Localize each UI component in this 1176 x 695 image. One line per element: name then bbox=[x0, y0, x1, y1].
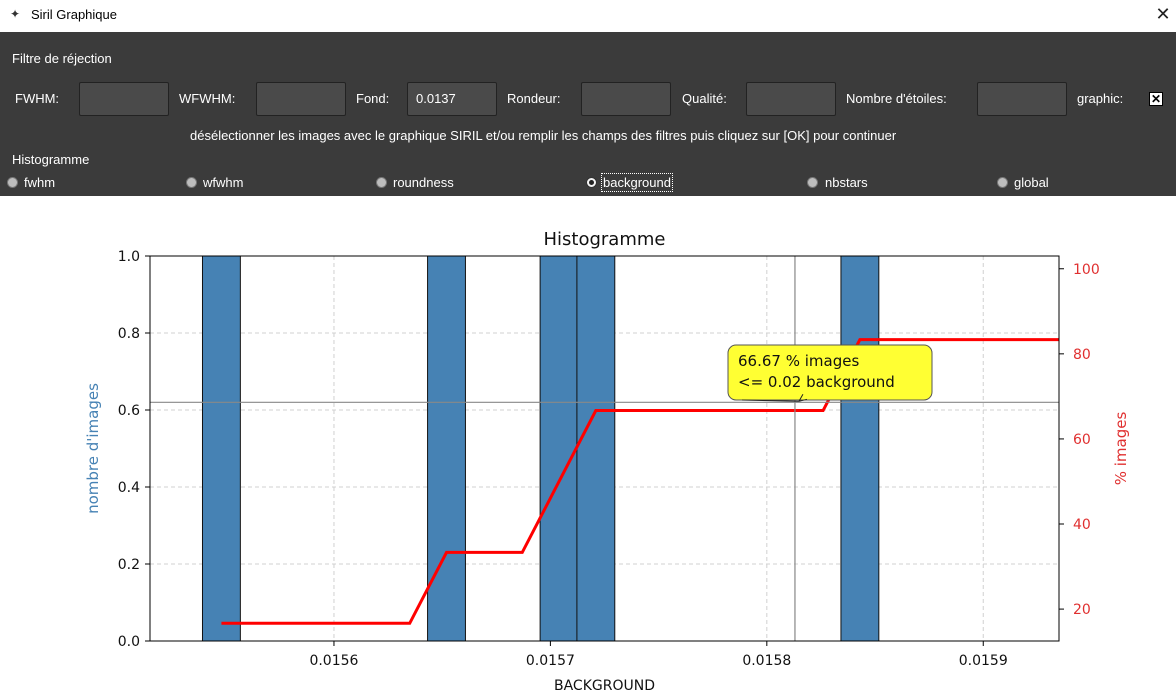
y-tick-label-4: 0.8 bbox=[118, 326, 140, 342]
y-tick-label-0: 0.0 bbox=[118, 634, 140, 650]
window-title: Siril Graphique bbox=[31, 7, 117, 22]
radio-wfwhm[interactable] bbox=[186, 177, 197, 188]
histogram-bar-2 bbox=[539, 255, 579, 642]
filter-heading: Filtre de réjection bbox=[12, 51, 112, 66]
x-axis-label: BACKGROUND bbox=[554, 678, 655, 694]
y2-axis-label: % images bbox=[1112, 412, 1130, 486]
annotation-line-2: <= 0.02 background bbox=[738, 373, 895, 391]
x-tick-label-0: 0.0156 bbox=[309, 653, 358, 669]
radio-nbstars[interactable] bbox=[807, 177, 818, 188]
x-tick-label-3: 0.0159 bbox=[959, 653, 1008, 669]
y-tick-label-1: 0.2 bbox=[118, 557, 140, 573]
wfwhm-input[interactable] bbox=[256, 82, 346, 116]
y-tick-label-5: 1.0 bbox=[118, 249, 140, 265]
fwhm-input[interactable] bbox=[79, 82, 169, 116]
radio-fwhm-label[interactable]: fwhm bbox=[24, 175, 55, 190]
instruction-text: désélectionner les images avec le graphi… bbox=[190, 128, 897, 143]
nbstars-input[interactable] bbox=[977, 82, 1067, 116]
rondeur-label: Rondeur: bbox=[507, 91, 561, 106]
x-tick-label-1: 0.0157 bbox=[526, 653, 575, 669]
radio-background-label[interactable]: background bbox=[601, 173, 673, 192]
y2-tick-label-2: 60 bbox=[1073, 432, 1091, 448]
histogram-bar-4 bbox=[840, 255, 880, 642]
radio-background[interactable] bbox=[586, 177, 597, 188]
cumulative-line-layer bbox=[221, 338, 1059, 625]
fond-label: Fond: bbox=[356, 91, 390, 106]
x-tick-label-2: 0.0158 bbox=[742, 653, 791, 669]
fond-input[interactable]: 0.0137 bbox=[407, 82, 497, 116]
wfwhm-label: WFWHM: bbox=[179, 91, 236, 106]
y2-tick-label-0: 20 bbox=[1073, 602, 1091, 618]
fwhm-label: FWHM: bbox=[15, 91, 60, 106]
radio-fwhm[interactable] bbox=[7, 177, 18, 188]
y2-tick-label-3: 80 bbox=[1073, 347, 1091, 363]
close-icon[interactable]: ✕ bbox=[1150, 3, 1176, 27]
radio-roundness[interactable] bbox=[376, 177, 387, 188]
title-bar: ✦ Siril Graphique ✕ bbox=[0, 0, 1176, 32]
histogram-bar-3 bbox=[576, 255, 616, 642]
graphic-checkbox[interactable]: ✕ bbox=[1149, 92, 1163, 106]
histogram-heading: Histogramme bbox=[12, 152, 90, 167]
rondeur-input[interactable] bbox=[581, 82, 671, 116]
y-tick-label-3: 0.6 bbox=[118, 403, 140, 419]
y-axis-label: nombre d'images bbox=[84, 383, 102, 514]
histogram-chart[interactable]: 0.0156 0.0157 0.0158 0.0159 0.0 0.2 0.4 0.6 0.8 1… bbox=[0, 196, 1176, 695]
radio-global[interactable] bbox=[997, 177, 1008, 188]
histogram-bar-0 bbox=[201, 255, 241, 642]
radio-roundness-label[interactable]: roundness bbox=[393, 175, 454, 190]
radio-global-label[interactable]: global bbox=[1014, 175, 1049, 190]
chart-title: Histogramme bbox=[544, 229, 666, 250]
histogram-bar-1 bbox=[427, 255, 466, 642]
cursor-annotation: 66.67 % images <= 0.02 background bbox=[727, 344, 933, 402]
filter-panel: Filtre de réjection FWHM: WFWHM: Fond: 0… bbox=[0, 32, 1176, 196]
nbstars-label: Nombre d'étoiles: bbox=[846, 91, 947, 106]
cumulative-percent-line bbox=[221, 338, 1059, 625]
qualite-label: Qualité: bbox=[682, 91, 727, 106]
y2-tick-label-1: 40 bbox=[1073, 517, 1091, 533]
y2-tick-label-4: 100 bbox=[1073, 262, 1100, 278]
bars-layer bbox=[201, 255, 880, 642]
siril-app-icon: ✦ bbox=[10, 7, 21, 21]
radio-wfwhm-label[interactable]: wfwhm bbox=[203, 175, 243, 190]
qualite-input[interactable] bbox=[746, 82, 836, 116]
radio-nbstars-label[interactable]: nbstars bbox=[825, 175, 868, 190]
annotation-line-1: 66.67 % images bbox=[738, 352, 859, 370]
y-tick-label-2: 0.4 bbox=[118, 480, 140, 496]
graphic-label: graphic: bbox=[1077, 91, 1124, 106]
